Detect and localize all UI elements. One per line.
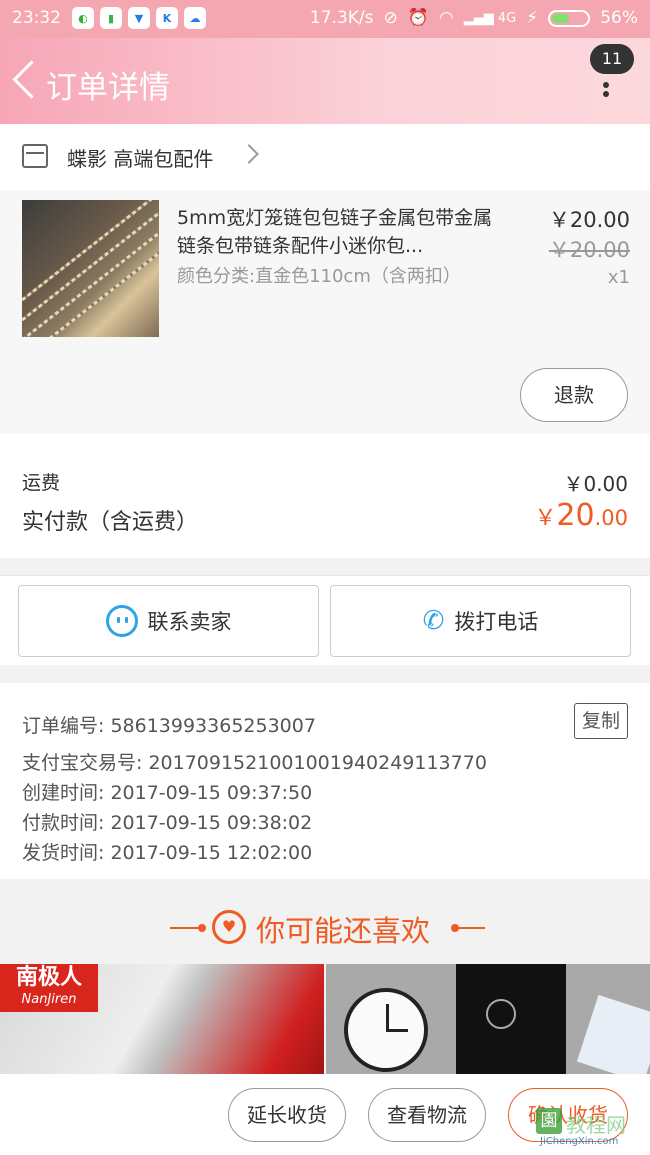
paid-integer: 20 — [556, 498, 595, 533]
watermark-box: 園 — [536, 1108, 562, 1134]
brand-name-en: NanJiren — [21, 992, 77, 1007]
shield-icon: ▼ — [128, 7, 150, 29]
signal-icon: ▂▄▆ 4G — [463, 10, 517, 26]
contact-seller-label: 联系卖家 — [147, 610, 232, 634]
recommend-title: 你可能还喜欢 — [256, 914, 431, 948]
alarm-icon: ⏰ — [407, 8, 429, 28]
copy-button[interactable]: 复制 — [574, 703, 628, 739]
product-quantity: x1 — [607, 267, 630, 288]
product-thumbnail[interactable] — [22, 200, 159, 337]
paid-amount: ￥20.00 — [534, 498, 628, 533]
extend-receipt-button[interactable]: 延长收货 — [228, 1088, 346, 1142]
sim-icon: ▮ — [100, 7, 122, 29]
wifi-icon: ◠ — [438, 8, 454, 28]
thumb-chain-3 — [22, 221, 159, 337]
divider — [170, 927, 200, 929]
store-row[interactable]: 蝶影 高端包配件 — [0, 124, 650, 190]
recommend-product-2[interactable] — [326, 964, 650, 1074]
alarm-off-icon: ⊘ — [383, 8, 398, 28]
wechat-icon: ◐ — [72, 7, 94, 29]
contact-bar: 联系卖家 ✆ 拨打电话 — [0, 575, 650, 665]
store-name[interactable]: 蝶影 高端包配件 — [67, 143, 213, 172]
status-bar: 23:32 ◐ ▮ ▼ K ☁ 17.3K/s ⊘ ⏰ ◠ ▂▄▆ 4G ⚡ 5… — [0, 0, 650, 38]
product-sku: 颜色分类:直金色110cm（含两扣） — [177, 266, 461, 287]
chat-icon — [105, 605, 138, 637]
product-price: ￥20.00 — [548, 208, 630, 232]
battery-icon — [548, 9, 591, 27]
order-info: 订单编号: 58613993365253007 复制 支付宝交易号: 20170… — [0, 683, 650, 879]
page-header: 订单详情 11 — [0, 38, 650, 124]
shipped-time: 发货时间: 2017-09-15 12:02:00 — [22, 842, 313, 864]
cloud-icon: ☁ — [184, 7, 206, 29]
status-app-icons: ◐ ▮ ▼ K ☁ — [72, 7, 206, 29]
battery-fill — [552, 13, 570, 23]
heart-icon: ♥ — [212, 910, 246, 944]
more-menu-icon-dot[interactable] — [603, 91, 609, 97]
network-speed: 17.3K/s — [309, 8, 374, 28]
message-badge[interactable]: 11 — [590, 44, 634, 74]
shipping-value: ￥0.00 — [563, 472, 628, 496]
more-menu-icon[interactable] — [603, 82, 609, 88]
contact-seller-button[interactable]: 联系卖家 — [18, 585, 319, 657]
order-item[interactable]: 5mm宽灯笼链包包链子金属包带金属链条包带链条配件小迷你包... 颜色分类:直金… — [0, 190, 650, 434]
shipping-label: 运费 — [22, 472, 61, 494]
back-icon[interactable] — [10, 60, 40, 100]
call-phone-label: 拨打电话 — [454, 610, 539, 634]
k-icon: K — [156, 7, 178, 29]
status-right: 17.3K/s ⊘ ⏰ ◠ ▂▄▆ 4G ⚡ 56% — [310, 8, 638, 28]
clock-image — [344, 988, 428, 1072]
divider — [455, 927, 485, 929]
charging-icon: ⚡ — [526, 8, 539, 28]
recommend-header: ♥ 你可能还喜欢 — [0, 880, 650, 964]
paid-label: 实付款（含运费） — [22, 510, 199, 535]
battery-percent: 56% — [600, 8, 638, 28]
paid-currency: ￥ — [534, 506, 557, 531]
chevron-right-icon — [239, 144, 259, 164]
signal-type: 4G — [497, 10, 517, 26]
pants-image — [456, 964, 566, 1074]
brand-name-cn: 南极人 — [15, 965, 82, 990]
ring-detail — [486, 999, 516, 1029]
created-time: 创建时间: 2017-09-15 09:37:50 — [22, 782, 313, 804]
divider-dot — [198, 924, 206, 932]
watermark-text: 教程网 — [566, 1113, 626, 1137]
alipay-number: 支付宝交易号: 2017091521001001940249113770 — [22, 752, 487, 774]
product-title[interactable]: 5mm宽灯笼链包包链子金属包带金属链条包带链条配件小迷你包... — [177, 204, 502, 260]
phone-icon: ✆ — [422, 606, 445, 636]
refund-button[interactable]: 退款 — [520, 368, 628, 422]
recommend-product-1[interactable]: 南极人 NanJiren — [0, 964, 324, 1074]
store-icon — [22, 144, 48, 168]
order-number: 订单编号: 58613993365253007 — [22, 715, 316, 737]
brand-logo: 南极人 NanJiren — [0, 964, 98, 1012]
product-original-price: ￥20.00 — [548, 238, 630, 262]
view-logistics-button[interactable]: 查看物流 — [368, 1088, 486, 1142]
card-image — [576, 994, 650, 1074]
paid-time: 付款时间: 2017-09-15 09:38:02 — [22, 812, 313, 834]
price-summary: 运费 ￥0.00 实付款（含运费） ￥20.00 — [0, 434, 650, 558]
page-title: 订单详情 — [46, 70, 170, 106]
paid-decimal: .00 — [594, 506, 628, 530]
watermark-url: JiChengXin.com — [540, 1136, 619, 1147]
call-phone-button[interactable]: ✆ 拨打电话 — [330, 585, 631, 657]
watermark: 園 教程网 JiChengXin.com — [536, 1108, 648, 1147]
status-time: 23:32 — [12, 8, 61, 28]
